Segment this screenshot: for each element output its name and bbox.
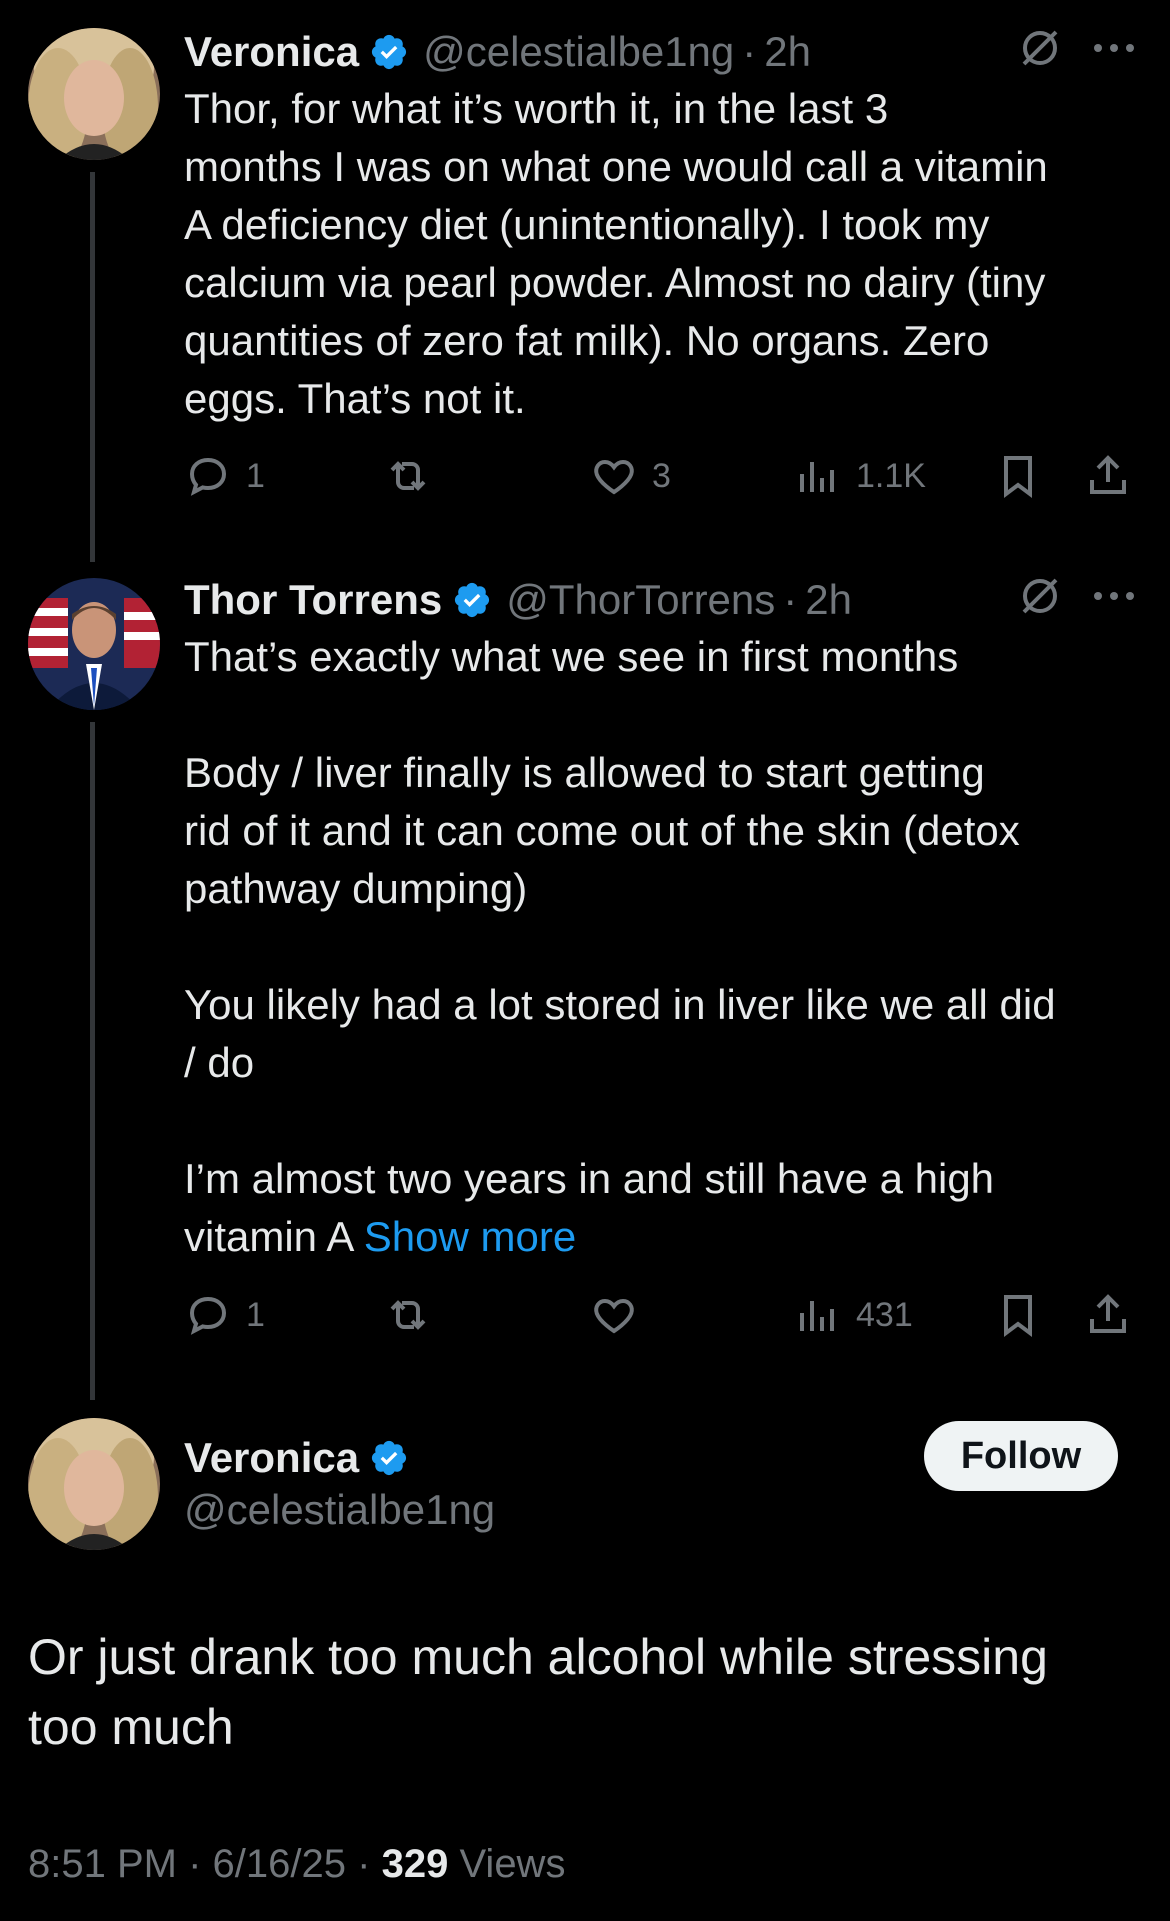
like-button[interactable]: 3 (590, 446, 671, 506)
more-icon[interactable] (1090, 36, 1138, 60)
follow-button[interactable]: Follow (924, 1421, 1118, 1491)
tweet-actions: 1 3 1.1K (184, 446, 1134, 506)
avatar-veronica[interactable] (28, 1418, 160, 1550)
avatar-veronica[interactable] (28, 28, 160, 160)
tweet-time[interactable]: 8:51 PM (28, 1842, 177, 1886)
like-icon (594, 459, 634, 495)
grok-icon[interactable] (1016, 24, 1064, 72)
share-button[interactable] (1084, 1285, 1132, 1345)
reply-button[interactable]: 1 (184, 446, 265, 506)
reply-count: 1 (246, 456, 265, 495)
bookmark-icon (1004, 1295, 1032, 1337)
views-icon (800, 462, 834, 492)
tweet-time[interactable]: 2h (764, 28, 811, 76)
author-name[interactable]: Veronica (184, 1434, 359, 1482)
repost-icon (390, 1300, 426, 1330)
main-author: Veronica (184, 1428, 409, 1488)
reply-icon (189, 457, 227, 496)
author-name[interactable]: Thor Torrens (184, 576, 442, 624)
views-count: 329 (381, 1842, 449, 1886)
grok-icon[interactable] (1016, 572, 1064, 620)
author-handle[interactable]: @ThorTorrens (506, 576, 775, 624)
repost-icon (390, 461, 426, 491)
tweet-date[interactable]: 6/16/25 (213, 1842, 346, 1886)
like-button[interactable] (590, 1285, 652, 1345)
author-handle[interactable]: @celestialbe1ng (423, 28, 734, 76)
reply-icon (189, 1296, 227, 1335)
bookmark-button[interactable] (994, 1285, 1042, 1345)
views-button[interactable]: 431 (794, 1285, 913, 1345)
like-icon (594, 1298, 634, 1334)
reply-button[interactable]: 1 (184, 1285, 265, 1345)
views-label: Views (459, 1842, 566, 1886)
author-name[interactable]: Veronica (184, 28, 359, 76)
tweet-meta: 8:51 PM · 6/16/25 · 329 Views (28, 1842, 566, 1886)
tweet-text: Thor, for what it’s worth it, in the las… (184, 85, 1048, 422)
views-icon (800, 1301, 834, 1331)
verified-badge-icon (369, 32, 409, 72)
repost-button[interactable] (384, 1285, 446, 1345)
main-tweet-text: Or just drank too much alcohol while str… (28, 1629, 1048, 1755)
views-count: 1.1K (856, 456, 926, 495)
views-count: 431 (856, 1295, 913, 1334)
tweet-actions: 1 431 (184, 1285, 1134, 1345)
tweet-text: That’s exactly what we see in first mont… (184, 633, 1056, 1260)
share-button[interactable] (1084, 446, 1132, 506)
verified-badge-icon (452, 580, 492, 620)
tweet2-header: Thor Torrens @ThorTorrens · 2h (184, 576, 852, 624)
tweet1-header: Veronica @celestialbe1ng · 2h (184, 28, 811, 76)
views-button[interactable]: 1.1K (794, 446, 926, 506)
thread-line (90, 172, 95, 562)
like-count: 3 (652, 456, 671, 495)
repost-button[interactable] (384, 446, 446, 506)
bookmark-icon (1004, 456, 1032, 498)
share-icon (1090, 455, 1126, 494)
reply-count: 1 (246, 1295, 265, 1334)
verified-badge-icon (369, 1438, 409, 1478)
avatar-thor[interactable] (28, 578, 160, 710)
author-handle[interactable]: @celestialbe1ng (184, 1486, 495, 1534)
show-more-link[interactable]: Show more (364, 1213, 576, 1260)
thread-line (90, 722, 95, 1400)
more-icon[interactable] (1090, 584, 1138, 608)
bookmark-button[interactable] (994, 446, 1042, 506)
tweet-time[interactable]: 2h (805, 576, 852, 624)
share-icon (1090, 1294, 1126, 1333)
